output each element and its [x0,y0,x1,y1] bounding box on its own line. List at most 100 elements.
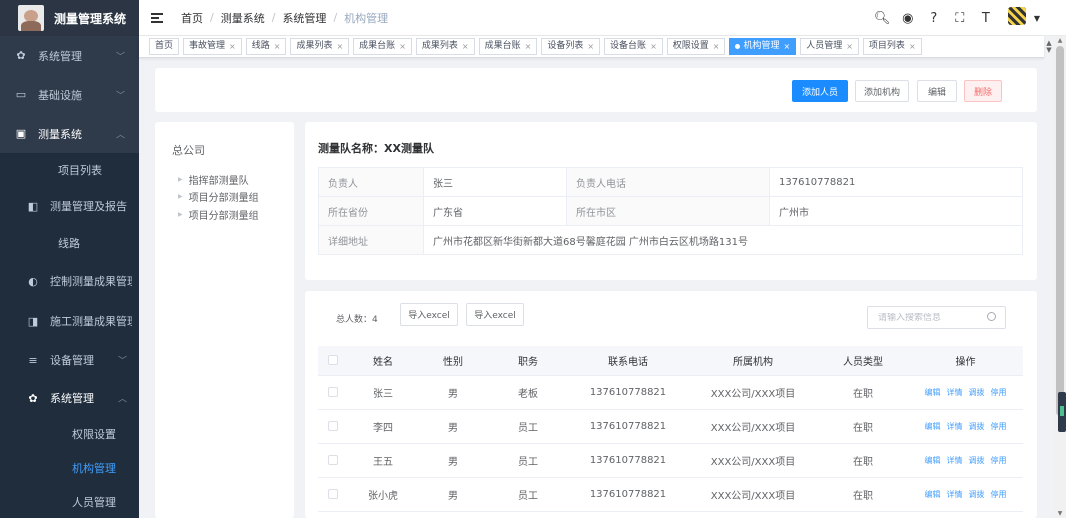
cell-title: 员工 [488,477,568,512]
cell-phone: 137610778821 [568,375,688,410]
close-icon[interactable]: × [274,39,281,54]
op-link-1[interactable]: 详情 [947,456,963,465]
help-icon[interactable]: ? [926,11,942,26]
add-person-button[interactable]: 添加人员 [792,80,848,102]
sidebar-item-org[interactable]: 机构管理 [0,451,139,485]
side-widget[interactable] [1058,392,1066,432]
sidebar-item-measure-system[interactable]: ▣ 测量系统 ︿ [0,114,139,153]
scroll-down-icon[interactable]: ▼ [1054,510,1066,517]
breadcrumb-home[interactable]: 首页 [181,10,203,26]
op-link-3[interactable]: 停用 [991,490,1007,499]
close-icon[interactable]: × [336,39,343,54]
op-link-0[interactable]: 编辑 [925,422,941,431]
close-icon[interactable]: × [462,39,469,54]
delete-button[interactable]: 删除 [964,80,1002,102]
sidebar-item-line[interactable]: 线路 [0,225,139,261]
op-link-1[interactable]: 详情 [947,388,963,397]
breadcrumb-system[interactable]: 系统管理 [282,10,326,26]
close-icon[interactable]: × [399,39,406,54]
op-link-2[interactable]: 调拨 [969,388,985,397]
breadcrumb-measure[interactable]: 测量系统 [221,10,265,26]
user-avatar[interactable] [1003,5,1030,31]
tags-scroll-arrows[interactable]: ▲ ▼ [1044,36,1054,58]
op-link-0[interactable]: 编辑 [925,388,941,397]
close-icon[interactable]: × [713,39,720,54]
font-size-icon[interactable]: T [978,11,994,26]
search-icon[interactable]: 🔍︎ [874,11,891,26]
tab-2[interactable]: 线路 × [245,38,287,55]
col-phone: 联系电话 [568,346,688,376]
tree-node[interactable]: ▶ 项目分部测量组 [178,207,259,222]
scroll-up-icon[interactable]: ▲ [1054,37,1066,44]
tree-node[interactable]: ▶ 指挥部测量队 [178,172,249,187]
close-icon[interactable]: × [784,39,791,54]
select-all-checkbox[interactable] [328,354,338,365]
page-scrollbar[interactable]: ▲ ▼ [1054,36,1066,518]
tab-8[interactable]: 设备台账 × [604,38,663,55]
tab-12[interactable]: 项目列表 × [862,38,922,55]
col-name: 姓名 [348,346,418,376]
search-icon[interactable] [987,312,996,321]
tab-3[interactable]: 成果列表 × [290,38,350,55]
sidebar-item-infrastructure[interactable]: ▭ 基础设施 ﹀ [0,75,139,114]
row-checkbox[interactable] [328,386,338,397]
col-title: 职务 [488,346,568,376]
row-checkbox[interactable] [328,454,338,465]
tab-5[interactable]: 成果列表 × [415,38,475,55]
op-link-3[interactable]: 停用 [991,388,1007,397]
close-icon[interactable]: × [229,39,236,54]
sidebar-item-construct[interactable]: ◨ 施工测量成果管理 [0,301,139,341]
close-icon[interactable]: × [525,39,532,54]
close-icon[interactable]: × [650,39,657,54]
add-org-button[interactable]: 添加机构 [855,80,909,102]
tree-root[interactable]: 总公司 [172,142,205,158]
scroll-thumb[interactable] [1056,46,1064,416]
github-icon[interactable]: ◉ [900,11,916,26]
close-icon[interactable]: × [587,39,594,54]
fullscreen-icon[interactable]: ⛶ [952,11,968,26]
hamburger-icon[interactable] [151,12,163,23]
close-icon[interactable]: × [846,39,853,54]
op-link-0[interactable]: 编辑 [925,490,941,499]
close-icon[interactable]: × [909,39,916,54]
tab-7[interactable]: 设备列表 × [541,38,601,55]
op-link-3[interactable]: 停用 [991,456,1007,465]
sidebar-item-device[interactable]: ≡ 设备管理 ﹀ [0,341,139,379]
sidebar-item-staff[interactable]: 人员管理 [0,485,139,518]
table-row: 李四男员工 137610778821 XXX公司/XXX项目 在职 编辑 详情 调拨 停用 [318,409,1023,444]
tab-4[interactable]: 成果台账 × [353,38,412,55]
caret-down-icon[interactable]: ▼ [1034,14,1040,23]
row-checkbox[interactable] [328,420,338,431]
op-link-1[interactable]: 详情 [947,490,963,499]
import-excel-button[interactable]: 导入excel [400,303,458,326]
header-tools: 🔍︎ ◉ ? ⛶ T ▼ [874,0,1040,36]
op-link-2[interactable]: 调拨 [969,422,985,431]
sidebar-item-control[interactable]: ◐ 控制测量成果管理 [0,261,139,301]
op-link-1[interactable]: 详情 [947,422,963,431]
tab-0[interactable]: 首页 [149,38,180,55]
leader-value: 张三 [423,167,567,197]
tab-9[interactable]: 权限设置 × [666,38,726,55]
edit-button[interactable]: 编辑 [917,80,957,102]
op-link-2[interactable]: 调拨 [969,456,985,465]
sidebar-item-sys-mgmt[interactable]: ✿ 系统管理 ︿ [0,379,139,417]
sidebar-item-project-list[interactable]: 项目列表 [0,153,139,187]
tree-node[interactable]: ▶ 项目分部测量组 [178,189,259,204]
import-excel-button-2[interactable]: 导入excel [466,303,524,326]
tab-1[interactable]: 事故管理 × [183,38,242,55]
search-input[interactable] [878,312,983,323]
cell-gender: 男 [418,477,488,512]
row-checkbox[interactable] [328,488,338,499]
tab-11[interactable]: 人员管理 × [800,38,859,55]
op-link-0[interactable]: 编辑 [925,456,941,465]
sidebar: 测量管理系统 ✿ 系统管理 ﹀ ▭ 基础设施 ﹀ ▣ 测量系统 ︿ 项目列表 ◧… [0,0,139,518]
op-link-3[interactable]: 停用 [991,422,1007,431]
op-link-2[interactable]: 调拨 [969,490,985,499]
submenu-system: 权限设置 机构管理 人员管理 [0,417,139,518]
tab-10[interactable]: 机构管理 × [729,38,797,55]
row-actions: 编辑 详情 调拨 停用 [908,375,1023,410]
sidebar-item-report[interactable]: ◧ 测量管理及报告 ﹀ [0,187,139,225]
sidebar-item-system-top[interactable]: ✿ 系统管理 ﹀ [0,36,139,75]
tab-6[interactable]: 成果台账 × [478,38,538,55]
sidebar-item-permission[interactable]: 权限设置 [0,417,139,451]
